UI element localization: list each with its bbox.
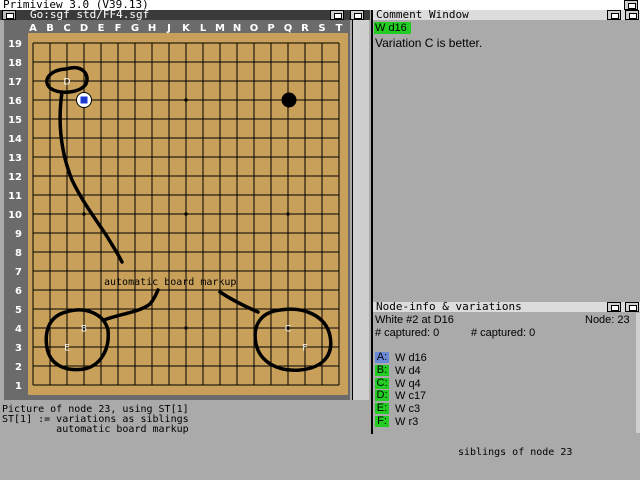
row-label: 12 — [8, 172, 22, 183]
column-label: N — [233, 23, 241, 34]
node-window-title: Node-info & variations — [376, 300, 522, 313]
variation-move[interactable]: W d16 — [395, 352, 427, 364]
column-label: D — [80, 23, 88, 34]
column-label: J — [166, 23, 171, 34]
variation-letter[interactable]: C: — [375, 377, 389, 389]
row-label: 11 — [8, 191, 22, 202]
comment-window-title: Comment Window — [376, 8, 469, 21]
star-point — [286, 212, 290, 216]
row-label: 10 — [8, 210, 22, 221]
row-label: 15 — [8, 115, 22, 126]
column-label: Q — [284, 23, 293, 34]
row-labels: 19 18 17 16 15 14 13 12 11 10 9 8 7 6 5 4 3 2 1 — [8, 39, 22, 392]
row-label: 18 — [8, 58, 22, 69]
row-label: 1 — [15, 381, 22, 392]
row-label: 6 — [15, 286, 22, 297]
node-window-titlebar[interactable]: Node-info & variations — [373, 300, 640, 313]
variation-letter[interactable]: A: — [375, 352, 389, 363]
row-label: 4 — [15, 324, 22, 335]
comment-move-badge: W d16 — [375, 22, 407, 34]
star-point — [184, 212, 188, 216]
row-label: 14 — [8, 134, 22, 145]
caption-area: Picture of node 23, using ST[1] ST[1] :=… — [0, 400, 370, 480]
comment-depth-gadget-icon[interactable] — [625, 10, 639, 20]
column-label: R — [301, 23, 309, 34]
variation-letter[interactable]: F: — [375, 416, 389, 427]
row-label: 8 — [15, 248, 22, 259]
variation-letter[interactable]: D: — [375, 390, 389, 402]
star-point — [82, 212, 86, 216]
row-label: 2 — [15, 362, 22, 373]
column-label: F — [115, 23, 122, 34]
row-label: 9 — [15, 229, 22, 240]
variation-move[interactable]: W c17 — [395, 390, 426, 402]
variation-move[interactable]: W r3 — [395, 416, 418, 428]
variation-letter[interactable]: E: — [375, 403, 389, 415]
column-label: P — [267, 23, 274, 34]
node-zoom-gadget-icon[interactable] — [607, 302, 621, 312]
captured-white: # captured: 0 — [471, 327, 536, 339]
board-annotation-text: automatic board markup — [104, 277, 236, 288]
black-stone — [281, 92, 297, 108]
column-label: E — [98, 23, 105, 34]
variation-mark: B — [81, 325, 87, 335]
column-label: B — [46, 23, 54, 34]
column-label: H — [148, 23, 156, 34]
column-label: K — [182, 23, 191, 34]
comment-window: Comment Window W d16 Variation C is bett… — [371, 8, 640, 300]
column-label: G — [131, 23, 139, 34]
comment-window-divider — [371, 10, 373, 300]
comment-window-titlebar[interactable]: Comment Window — [373, 8, 640, 21]
star-point — [184, 326, 188, 330]
variation-mark: C — [285, 325, 291, 335]
variation-move[interactable]: W c3 — [395, 403, 420, 415]
column-label: A — [29, 23, 37, 34]
node-window-scrollbar[interactable] — [636, 313, 640, 433]
column-label: M — [215, 23, 225, 34]
column-label: L — [200, 23, 207, 34]
column-label: C — [63, 23, 70, 34]
column-label: T — [336, 23, 343, 34]
siblings-label: siblings of node 23 — [458, 447, 573, 458]
star-point — [184, 98, 188, 102]
row-label: 5 — [15, 305, 22, 316]
comment-zoom-gadget-icon[interactable] — [607, 10, 621, 20]
node-window-divider — [371, 300, 373, 434]
row-label: 19 — [8, 39, 22, 50]
variation-mark: F — [302, 344, 307, 354]
move-info: White #2 at D16 — [375, 314, 454, 326]
column-labels: ABCDEFGHJKLMNOPQRST — [29, 23, 342, 34]
variation-move[interactable]: W q4 — [395, 378, 421, 390]
variation-letter[interactable]: B: — [375, 364, 389, 376]
row-label: 3 — [15, 343, 22, 354]
comment-text: Variation C is better. — [375, 36, 483, 50]
variation-move[interactable]: W d4 — [395, 365, 421, 377]
row-label: 17 — [8, 77, 22, 88]
variation-mark: D — [64, 78, 71, 88]
caption-area-right: siblings of node 23 — [371, 434, 640, 480]
row-label: 7 — [15, 267, 22, 278]
row-label: 16 — [8, 96, 22, 107]
node-window: Node-info & variations White #2 at D16 N… — [371, 300, 640, 434]
column-label: S — [318, 23, 325, 34]
caption-line-3: automatic board markup — [2, 424, 189, 435]
last-move-marker — [80, 96, 88, 104]
column-label: O — [250, 23, 259, 34]
captured-black: # captured: 0 — [375, 327, 440, 339]
variation-mark: E — [64, 344, 70, 354]
node-number: Node: 23 — [585, 314, 630, 326]
node-depth-gadget-icon[interactable] — [625, 302, 639, 312]
row-label: 13 — [8, 153, 22, 164]
